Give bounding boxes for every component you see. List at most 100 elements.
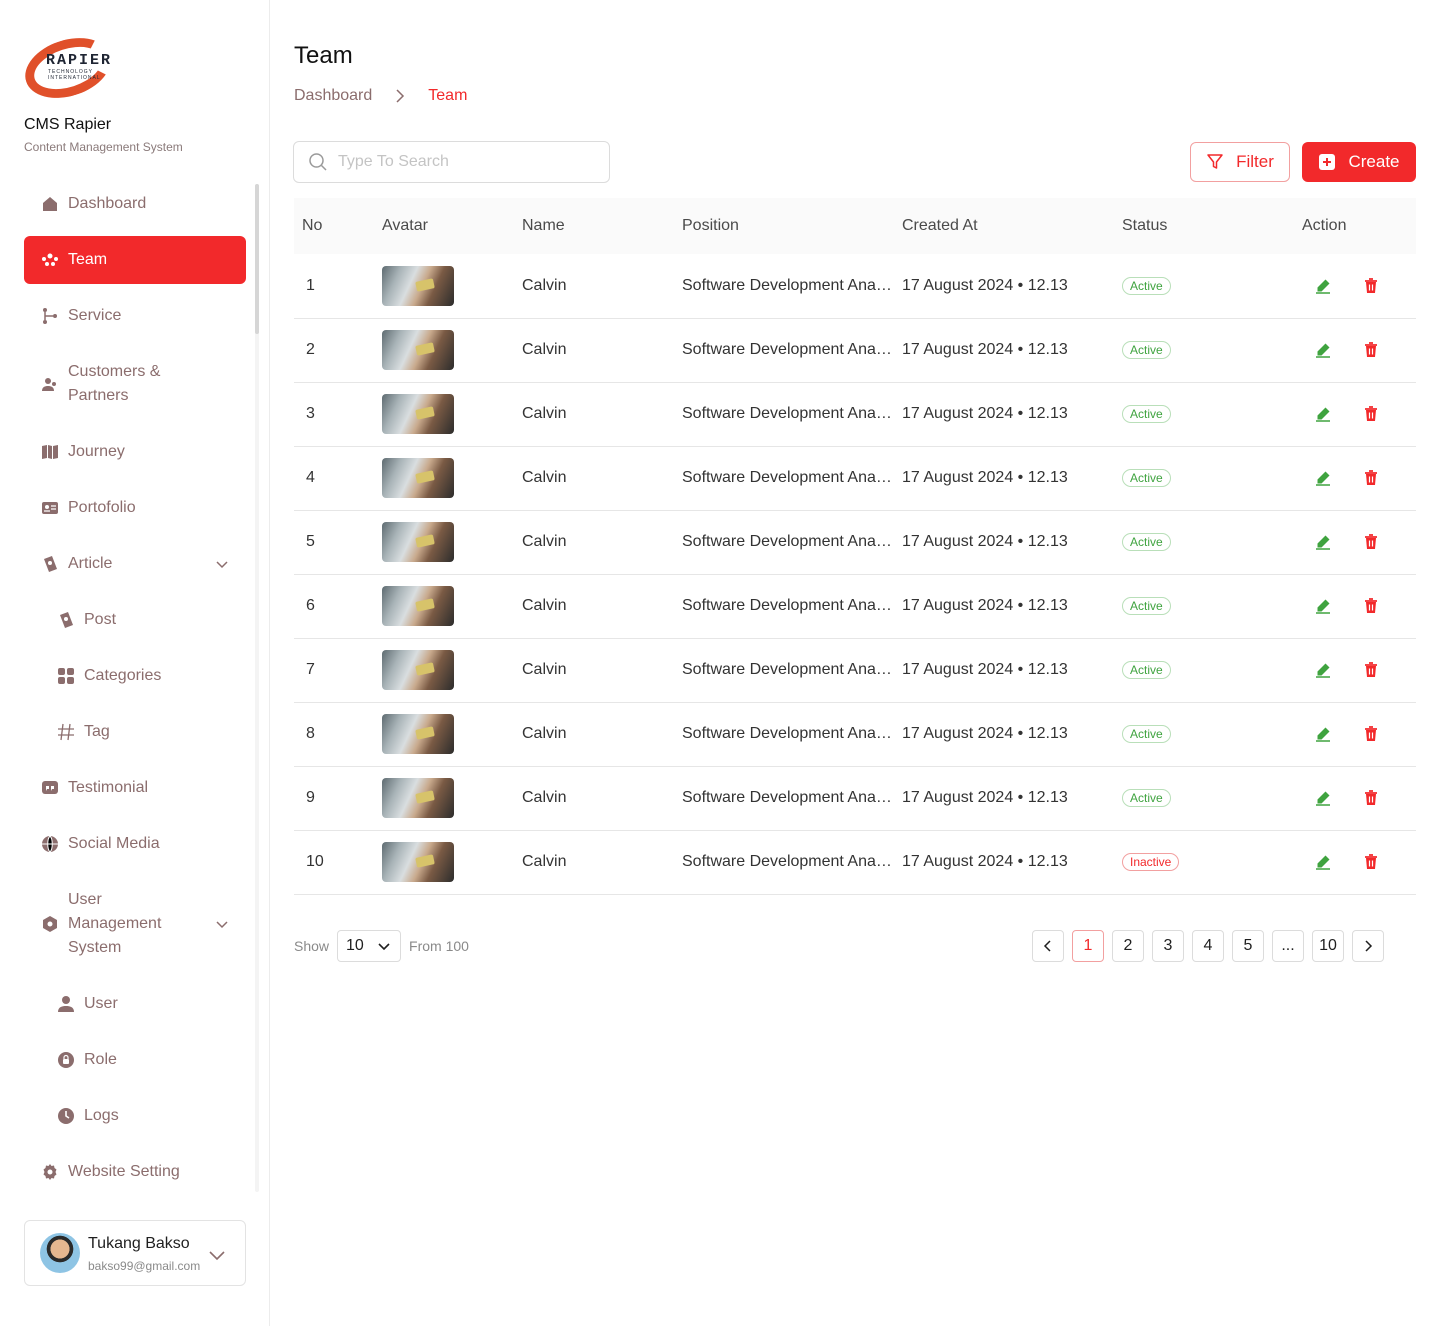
sidebar-item-label: Team — [68, 251, 108, 268]
sidebar-item-dashboard[interactable]: Dashboard — [24, 180, 246, 228]
create-button[interactable]: Create — [1302, 142, 1416, 182]
delete-icon[interactable] — [1362, 789, 1380, 807]
page-title: Team — [294, 42, 353, 69]
column-header-action: Action — [1302, 217, 1347, 234]
sidebar-item-post[interactable]: Post — [24, 596, 246, 644]
search-box[interactable] — [293, 141, 610, 183]
avatar-thumbnail[interactable] — [382, 394, 454, 434]
page-button-2[interactable]: 2 — [1112, 930, 1144, 962]
chevron-down-icon[interactable] — [214, 556, 230, 577]
member-position: Software Development Analyst — [682, 469, 894, 486]
sidebar-item-customers-partners[interactable]: Customers & Partners — [24, 348, 246, 420]
delete-icon[interactable] — [1362, 341, 1380, 359]
breadcrumb-home-link[interactable]: Dashboard — [294, 87, 372, 105]
sidebar-item-service[interactable]: Service — [24, 292, 246, 340]
column-header-position[interactable]: Position — [674, 198, 894, 254]
edit-icon[interactable] — [1314, 853, 1332, 871]
edit-icon[interactable] — [1314, 725, 1332, 743]
avatar-thumbnail[interactable] — [382, 330, 454, 370]
filter-icon — [1206, 153, 1224, 171]
page-button-3[interactable]: 3 — [1152, 930, 1184, 962]
avatar-thumbnail[interactable] — [382, 458, 454, 498]
sidebar-item-journey[interactable]: Journey — [24, 428, 246, 476]
sidebar-scrollbar-thumb[interactable] — [255, 184, 259, 334]
sidebar-item-label: Post — [84, 611, 117, 628]
sidebar-item-social-media[interactable]: Social Media — [24, 820, 246, 868]
sidebar-item-role[interactable]: Role — [24, 1036, 246, 1084]
quote-icon — [40, 778, 60, 798]
delete-icon[interactable] — [1362, 277, 1380, 295]
column-header-status[interactable]: Status — [1114, 198, 1294, 254]
created-at: 17 August 2024 • 12.13 — [902, 725, 1068, 742]
delete-icon[interactable] — [1362, 533, 1380, 551]
sidebar-item-team[interactable]: Team — [24, 236, 246, 284]
search-input[interactable] — [338, 153, 588, 171]
column-header-name[interactable]: Name — [514, 198, 674, 254]
sidebar-item-user-management-system[interactable]: User Management System — [24, 876, 246, 972]
sidebar-item-user[interactable]: User — [24, 980, 246, 1028]
member-position: Software Development Analyst — [682, 789, 894, 806]
previous-page-button[interactable] — [1032, 930, 1064, 962]
sidebar-scrollbar[interactable] — [255, 184, 259, 1192]
status-badge: Active — [1122, 405, 1171, 423]
sidebar-item-portofolio[interactable]: Portofolio — [24, 484, 246, 532]
avatar-thumbnail[interactable] — [382, 265, 454, 306]
sidebar-item-tag[interactable]: Tag — [24, 708, 246, 756]
map-icon — [40, 442, 60, 462]
logo-subtext: TECHNOLOGY INTERNATIONAL — [48, 69, 101, 81]
page-button-1[interactable]: 1 — [1072, 930, 1104, 962]
avatar-thumbnail[interactable] — [382, 778, 454, 818]
edit-icon[interactable] — [1314, 789, 1332, 807]
table-row: 9 Calvin Software Development Analyst 17 Au… — [294, 766, 1416, 830]
avatar-thumbnail[interactable] — [382, 842, 454, 882]
delete-icon[interactable] — [1362, 597, 1380, 615]
avatar-thumbnail[interactable] — [382, 714, 454, 754]
chevron-down-icon[interactable] — [214, 916, 230, 937]
avatar-thumbnail[interactable] — [382, 650, 454, 690]
delete-icon[interactable] — [1362, 853, 1380, 871]
delete-icon[interactable] — [1362, 405, 1380, 423]
delete-icon[interactable] — [1362, 661, 1380, 679]
filter-button[interactable]: Filter — [1190, 142, 1290, 182]
edit-icon[interactable] — [1314, 661, 1332, 679]
created-at: 17 August 2024 • 12.13 — [902, 341, 1068, 358]
delete-icon[interactable] — [1362, 469, 1380, 487]
delete-icon[interactable] — [1362, 725, 1380, 743]
sidebar-item-testimonial[interactable]: Testimonial — [24, 764, 246, 812]
next-page-button[interactable] — [1352, 930, 1384, 962]
edit-icon[interactable] — [1314, 277, 1332, 295]
page-size-select[interactable]: 10 — [337, 930, 402, 962]
table-row: 5 Calvin Software Development Analyst 17 Au… — [294, 510, 1416, 574]
avatar-thumbnail[interactable] — [382, 586, 454, 626]
sidebar-item-article[interactable]: Article — [24, 540, 246, 588]
avatar-thumbnail[interactable] — [382, 522, 454, 562]
column-header-no[interactable]: No — [294, 198, 374, 254]
sidebar-item-logs[interactable]: Logs — [24, 1092, 246, 1140]
status-badge: Active — [1122, 341, 1171, 359]
edit-icon[interactable] — [1314, 533, 1332, 551]
page-button-4[interactable]: 4 — [1192, 930, 1224, 962]
page-button-5[interactable]: 5 — [1232, 930, 1264, 962]
created-at: 17 August 2024 • 12.13 — [902, 597, 1068, 614]
edit-icon[interactable] — [1314, 469, 1332, 487]
edit-icon[interactable] — [1314, 405, 1332, 423]
shield-icon — [40, 914, 60, 934]
table-row: 8 Calvin Software Development Analyst 17 Au… — [294, 702, 1416, 766]
user-profile-card[interactable]: Tukang Bakso bakso99@gmail.com — [24, 1220, 246, 1286]
member-name: Calvin — [522, 725, 567, 742]
page-ellipsis: ... — [1272, 930, 1304, 962]
sidebar-item-categories[interactable]: Categories — [24, 652, 246, 700]
edit-icon[interactable] — [1314, 341, 1332, 359]
sidebar-item-website-setting[interactable]: Website Setting — [24, 1148, 246, 1196]
page-button-10[interactable]: 10 — [1312, 930, 1344, 962]
table-header-row: No Avatar Name Position Created At Statu… — [294, 198, 1416, 254]
member-name: Calvin — [522, 789, 567, 806]
clock-icon — [56, 1106, 76, 1126]
chevron-right-icon — [394, 88, 406, 104]
created-at: 17 August 2024 • 12.13 — [902, 405, 1068, 422]
column-header-created-at[interactable]: Created At — [894, 198, 1114, 254]
chevron-down-icon[interactable] — [207, 1245, 227, 1270]
post-icon — [56, 610, 76, 630]
column-header-avatar[interactable]: Avatar — [374, 198, 514, 254]
edit-icon[interactable] — [1314, 597, 1332, 615]
